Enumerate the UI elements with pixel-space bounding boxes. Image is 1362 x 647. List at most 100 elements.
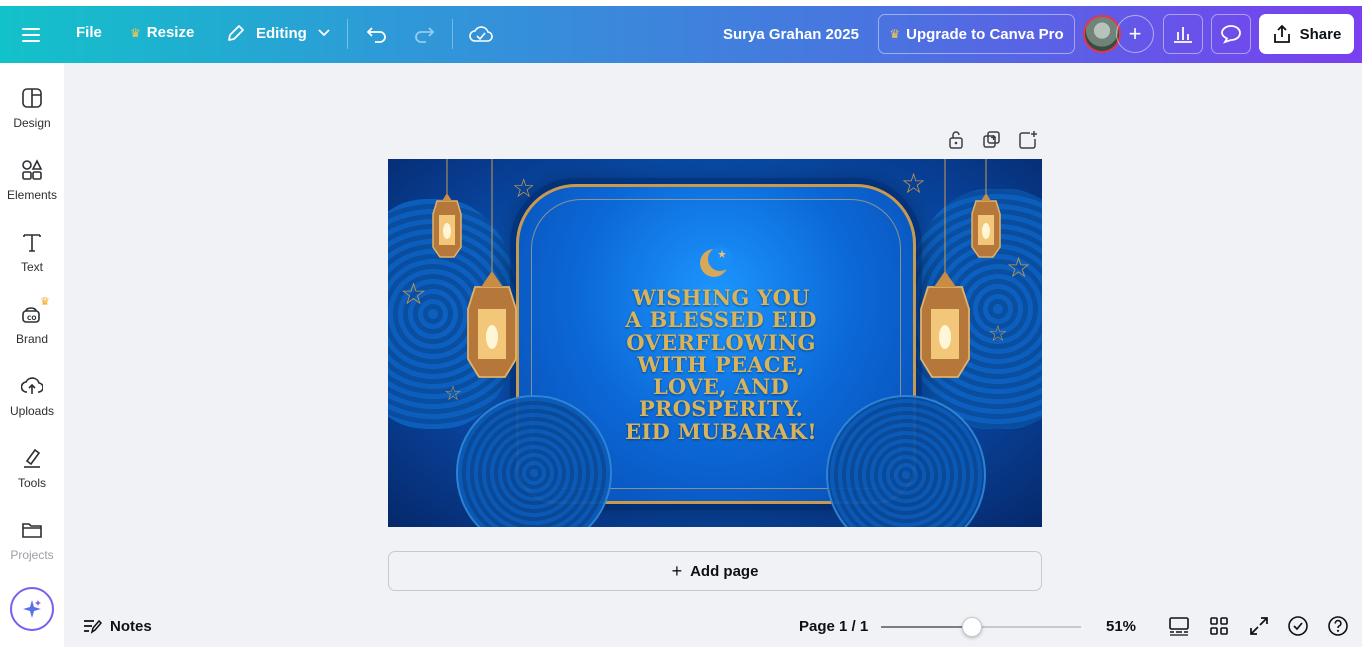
sidebar-item-tools[interactable]: Tools — [0, 445, 64, 505]
redo-button[interactable] — [411, 21, 437, 47]
undo-icon — [366, 27, 386, 43]
magic-assistant-button[interactable] — [10, 587, 54, 631]
undo-button[interactable] — [364, 21, 390, 47]
fullscreen-button[interactable] — [1248, 615, 1270, 642]
left-sidebar: Design Elements Text CO ♛ Brand Uploads … — [0, 63, 64, 647]
sparkle-icon — [23, 600, 41, 618]
page-indicator-text: Page 1 / 1 — [799, 618, 869, 635]
sidebar-item-label: Projects — [10, 548, 54, 562]
crown-icon: ♛ — [130, 25, 141, 40]
zoom-slider[interactable] — [881, 617, 1081, 637]
zoom-percentage-text: 51% — [1106, 618, 1137, 635]
sidebar-item-label: Design — [13, 116, 51, 130]
star-ornament-icon: ☆ — [512, 173, 536, 203]
editing-mode-label: Editing — [256, 24, 307, 42]
sidebar-item-elements[interactable]: Elements — [0, 157, 64, 217]
upgrade-pro-button[interactable]: ♛ Upgrade to Canva Pro — [878, 14, 1075, 54]
svg-text:CO: CO — [27, 315, 37, 322]
sidebar-item-label: Text — [20, 260, 43, 274]
redo-icon — [415, 27, 435, 43]
top-toolbar: File ♛ Resize Editing Surya Grahan 2025 … — [0, 6, 1362, 63]
sidebar-item-label: Tools — [17, 476, 46, 490]
star-ornament-icon: ☆ — [901, 168, 927, 199]
folder-icon — [22, 523, 42, 538]
invite-collaborator-button[interactable]: + — [1116, 15, 1154, 53]
help-button[interactable] — [1327, 615, 1349, 642]
greeting-line: WISHING YOU — [632, 285, 810, 310]
star-ornament-icon: ☆ — [444, 383, 462, 405]
bottom-bar: Notes Page 1 / 1 51% — [64, 607, 1362, 647]
plus-icon: + — [671, 560, 683, 581]
notes-label: Notes — [110, 617, 152, 635]
star-ornament-icon: ☆ — [988, 321, 1008, 346]
toolbar-divider — [347, 19, 348, 49]
page-layout-icon — [1169, 617, 1189, 636]
lock-icon — [949, 131, 963, 149]
page-view-button[interactable] — [1168, 615, 1190, 642]
plus-icon: + — [1128, 21, 1142, 46]
page-indicator-button[interactable]: Page 1 / 1 — [799, 618, 868, 635]
add-page-icon — [1019, 131, 1037, 149]
comment-icon — [1221, 25, 1241, 44]
add-page-button[interactable]: + Add page — [388, 551, 1042, 591]
greeting-line: LOVE, AND — [652, 374, 789, 400]
cloud-check-icon — [469, 26, 493, 42]
sidebar-item-label: Uploads — [9, 404, 55, 418]
main-menu-button[interactable] — [18, 21, 46, 49]
zoom-percentage-button[interactable]: 51% — [1106, 618, 1136, 635]
cloud-save-status-button[interactable] — [467, 21, 495, 47]
toolbar-divider — [452, 19, 453, 49]
grid-icon — [1210, 617, 1228, 635]
help-icon — [1328, 616, 1348, 636]
sidebar-item-label: Elements — [6, 188, 58, 202]
design-title[interactable]: Surya Grahan 2025 — [723, 26, 859, 43]
editing-mode-dropdown[interactable]: Editing — [226, 23, 331, 43]
resize-label: Resize — [146, 24, 195, 41]
greeting-text-block[interactable]: WISHING YOU A BLESSED EID OVERFLOWING WI… — [606, 285, 836, 444]
duplicate-icon — [983, 131, 1000, 148]
expand-icon — [1250, 617, 1268, 635]
comments-button[interactable] — [1211, 14, 1251, 54]
chevron-down-icon — [318, 29, 330, 37]
sidebar-item-projects[interactable]: Projects — [0, 517, 64, 577]
share-label: Share — [1299, 25, 1342, 43]
crescent-moon-icon — [700, 247, 732, 277]
sidebar-item-brand[interactable]: CO ♛ Brand — [0, 296, 64, 361]
sidebar-item-label: Brand — [15, 332, 49, 346]
accessibility-check-button[interactable] — [1287, 615, 1309, 642]
sidebar-item-design[interactable]: Design — [0, 85, 64, 145]
notes-button[interactable]: Notes — [82, 617, 152, 635]
design-title-text: Surya Grahan 2025 — [723, 26, 859, 43]
duplicate-page-button[interactable] — [982, 130, 1002, 150]
zoom-slider-fill — [881, 626, 973, 628]
crown-icon: ♛ — [889, 27, 901, 41]
greeting-line: A BLESSED EID — [625, 307, 817, 333]
insights-button[interactable] — [1163, 14, 1203, 54]
sidebar-item-uploads[interactable]: Uploads — [0, 373, 64, 433]
add-page-icon-button[interactable] — [1018, 130, 1038, 150]
lock-page-button[interactable] — [946, 130, 966, 150]
greeting-line: EID MUBARAK! — [625, 418, 817, 444]
hamburger-icon — [22, 28, 40, 42]
share-upload-icon — [1273, 24, 1290, 43]
grid-view-button[interactable] — [1208, 615, 1230, 642]
tools-pen-icon — [24, 448, 41, 468]
upload-cloud-icon — [21, 377, 43, 394]
share-button[interactable]: Share — [1259, 14, 1354, 54]
crown-icon: ♛ — [40, 296, 50, 308]
elements-icon — [22, 159, 43, 180]
resize-button[interactable]: ♛ Resize — [130, 24, 194, 41]
text-icon — [23, 234, 41, 252]
check-circle-icon — [1288, 616, 1308, 636]
file-label: File — [76, 24, 102, 41]
pencil-icon — [228, 25, 244, 41]
file-menu-button[interactable]: File — [76, 24, 102, 41]
design-icon — [22, 88, 42, 108]
star-ornament-icon: ☆ — [1006, 252, 1032, 283]
greeting-line: OVERFLOWING — [626, 329, 816, 355]
add-page-label: Add page — [690, 562, 759, 580]
zoom-slider-handle[interactable] — [962, 617, 983, 637]
sidebar-item-text[interactable]: Text — [0, 229, 64, 289]
greeting-line: PROSPERITY. — [638, 396, 804, 422]
design-canvas[interactable]: ☆ ☆ ☆ ☆ ☆ ☆ WISHING YOU A BLESSED EID OV… — [388, 159, 1042, 527]
